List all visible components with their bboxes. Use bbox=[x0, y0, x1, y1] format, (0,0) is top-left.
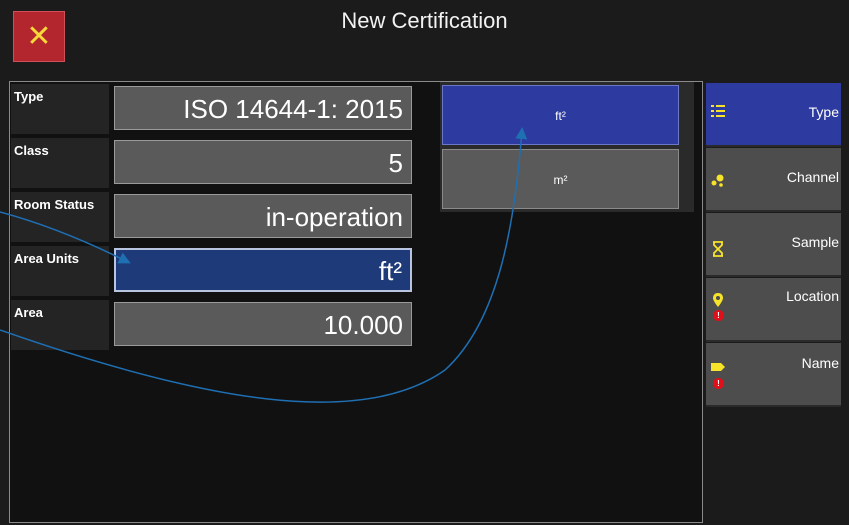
nav-item-type[interactable]: Type bbox=[706, 83, 841, 147]
nav-label-name: Name bbox=[801, 355, 839, 371]
location-pin-icon bbox=[713, 293, 723, 307]
channel-icon bbox=[711, 174, 724, 187]
nav-label-sample: Sample bbox=[791, 234, 839, 250]
type-label: Type bbox=[11, 84, 109, 134]
form-row-area: Area 10.000 bbox=[11, 300, 421, 354]
unit-selector: ft² m² bbox=[440, 82, 694, 212]
nav-label-type: Type bbox=[808, 104, 839, 120]
tag-icon bbox=[711, 363, 725, 371]
form-row-type: Type ISO 14644-1: 2015 bbox=[11, 84, 421, 138]
room-status-label: Room Status bbox=[11, 192, 109, 242]
area-units-label: Area Units bbox=[11, 246, 109, 296]
location-alert-icon: ! bbox=[713, 310, 724, 321]
nav-item-channel[interactable]: Channel bbox=[706, 148, 841, 212]
nav-label-channel: Channel bbox=[786, 169, 839, 185]
type-field[interactable]: ISO 14644-1: 2015 bbox=[114, 86, 412, 130]
class-field[interactable]: 5 bbox=[114, 140, 412, 184]
area-label: Area bbox=[11, 300, 109, 350]
unit-option-ft2[interactable]: ft² bbox=[442, 85, 679, 145]
room-status-field[interactable]: in-operation bbox=[114, 194, 412, 238]
form-panel: Type ISO 14644-1: 2015 Class 5 Room Stat… bbox=[9, 81, 703, 523]
name-alert-icon: ! bbox=[713, 378, 724, 389]
nav-item-location[interactable]: ! Location bbox=[706, 278, 841, 342]
nav-item-name[interactable]: ! Name bbox=[706, 343, 841, 407]
form-row-area-units: Area Units ft² bbox=[11, 246, 421, 300]
form-row-room-status: Room Status in-operation bbox=[11, 192, 421, 246]
side-nav: Type Channel Sample ! Location ! Name bbox=[706, 83, 841, 523]
form-row-class: Class 5 bbox=[11, 138, 421, 192]
page-title: New Certification bbox=[341, 8, 508, 33]
area-field[interactable]: 10.000 bbox=[114, 302, 412, 346]
nav-item-sample[interactable]: Sample bbox=[706, 213, 841, 277]
class-label: Class bbox=[11, 138, 109, 188]
unit-option-m2[interactable]: m² bbox=[442, 149, 679, 209]
nav-label-location: Location bbox=[786, 288, 839, 304]
area-units-field[interactable]: ft² bbox=[114, 248, 412, 292]
list-icon bbox=[711, 105, 725, 117]
hourglass-icon bbox=[713, 241, 723, 257]
